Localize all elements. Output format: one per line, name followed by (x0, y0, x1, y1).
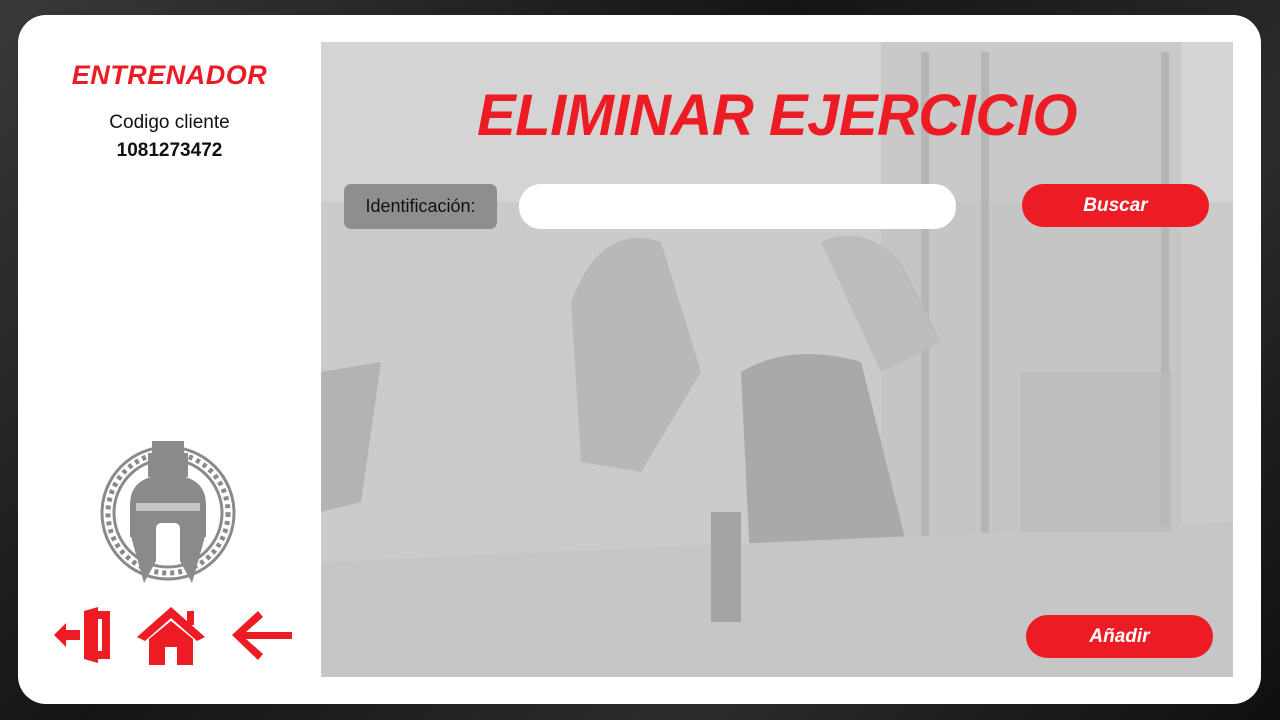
identification-label: Identificación: (344, 184, 497, 229)
search-button[interactable]: Buscar (1022, 184, 1209, 227)
role-title: ENTRENADOR (71, 60, 268, 90)
add-button[interactable]: Añadir (1026, 615, 1213, 658)
home-icon[interactable] (135, 605, 207, 665)
nav-icons (54, 605, 299, 669)
back-arrow-icon[interactable] (228, 605, 296, 665)
page-title: ELIMINAR EJERCICIO (476, 83, 1078, 148)
spartan-helmet-icon (100, 441, 236, 583)
main-card: ENTRENADOR Codigo cliente 1081273472 ELI… (18, 15, 1261, 704)
sidebar: ENTRENADOR Codigo cliente 1081273472 (18, 15, 321, 704)
client-code-label: Codigo cliente (109, 112, 230, 133)
content-panel: ELIMINAR EJERCICIO Identificación: Busca… (321, 42, 1233, 677)
identification-input[interactable] (519, 184, 956, 229)
logout-icon[interactable] (54, 605, 114, 665)
client-code-value: 1081273472 (116, 140, 223, 161)
